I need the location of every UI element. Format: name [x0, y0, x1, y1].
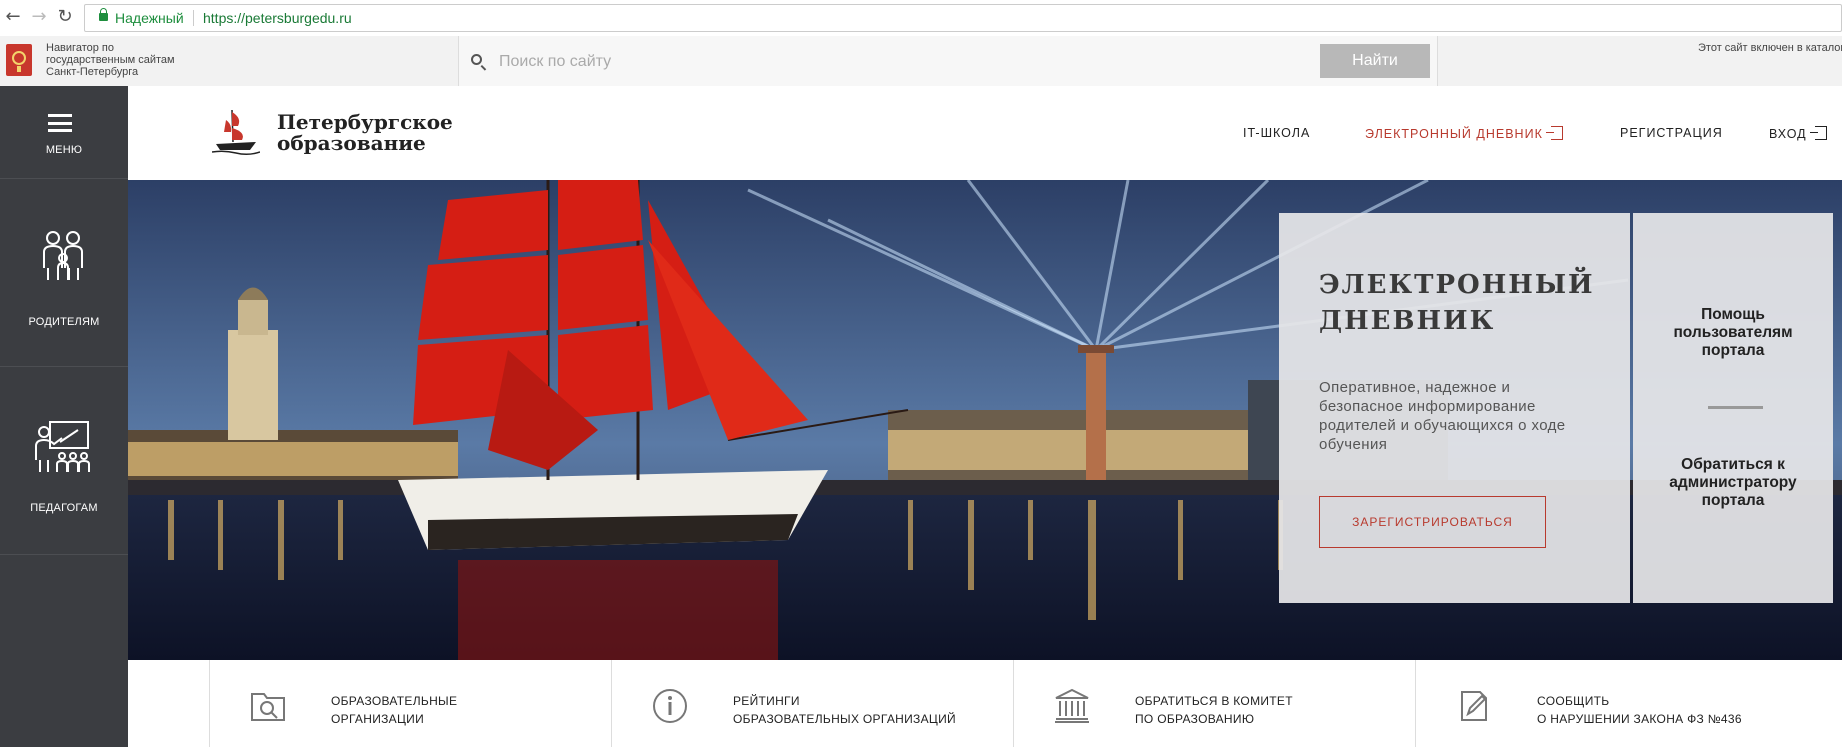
contact-admin-link[interactable]: Обратиться к администратору портала — [1643, 456, 1823, 510]
card-title-line-2: ДНЕВНИК — [1319, 306, 1496, 336]
quick-link-line-2: ОБРАЗОВАТЕЛЬНЫХ ОРГАНИЗАЦИЙ — [733, 712, 956, 726]
site-search: Найти — [458, 36, 1438, 86]
address-bar[interactable]: Надежный https://petersburgedu.ru — [84, 4, 1842, 32]
family-icon — [43, 231, 83, 280]
quick-link-label: РЕЙТИНГИ ОБРАЗОВАТЕЛЬНЫХ ОРГАНИЗАЦИЙ — [733, 692, 956, 728]
quick-link-line-2: ПО ОБРАЗОВАНИЮ — [1135, 712, 1255, 726]
url-text: https://petersburgedu.ru — [203, 10, 352, 26]
gov-navigator-link[interactable]: Навигатор по государственным сайтам Санк… — [46, 42, 196, 78]
brand-line-2: образование — [277, 131, 426, 155]
quick-link-label: СООБЩИТЬ О НАРУШЕНИИ ЗАКОНА ФЗ №436 — [1537, 692, 1742, 728]
quick-link-label: ОБРАТИТЬСЯ В КОМИТЕТ ПО ОБРАЗОВАНИЮ — [1135, 692, 1293, 728]
quick-link-label: ОБРАЗОВАТЕЛЬНЫЕ ОРГАНИЗАЦИИ — [331, 692, 457, 728]
lock-icon — [99, 8, 108, 21]
gov-navigator-strip: Навигатор по государственным сайтам Санк… — [0, 36, 1842, 87]
register-button[interactable]: ЗАРЕГИСТРИРОВАТЬСЯ — [1319, 496, 1546, 548]
quick-link-line-1: ОБРАЗОВАТЕЛЬНЫЕ — [331, 694, 458, 708]
quick-link-line-1: РЕЙТИНГИ — [733, 694, 800, 708]
nav-label: IT-ШКОЛА — [1243, 126, 1311, 140]
card-title: ЭЛЕКТРОННЫЙ ДНЕВНИК — [1319, 267, 1619, 339]
teacher-icon — [35, 421, 90, 472]
sidebar-item-label: РОДИТЕЛЯМ — [28, 316, 100, 328]
scarlet-sails-logo-icon[interactable] — [212, 106, 260, 158]
quick-link-line-2: ОРГАНИЗАЦИИ — [331, 712, 425, 726]
nav-label: ЭЛЕКТРОННЫЙ ДНЕВНИК — [1365, 127, 1543, 141]
card-title-line-1: ЭЛЕКТРОННЫЙ — [1319, 270, 1595, 300]
sidebar-item-label: ПЕДАГОГАМ — [30, 502, 98, 514]
sidebar-item-parents[interactable]: РОДИТЕЛЯМ — [0, 178, 128, 367]
info-icon — [653, 689, 687, 723]
browser-toolbar: ← → ↻ Надежный https://petersburgedu.ru — [0, 0, 1842, 37]
gov-catalog-note[interactable]: Этот сайт включен в каталог государствен… — [1698, 42, 1842, 54]
quick-link-organizations[interactable]: ОБРАЗОВАТЕЛЬНЫЕ ОРГАНИЗАЦИИ — [209, 660, 612, 747]
address-separator — [193, 10, 194, 26]
hero-banner: ЭЛЕКТРОННЫЙ ДНЕВНИК Оперативное, надежно… — [128, 180, 1842, 660]
electronic-diary-card: ЭЛЕКТРОННЫЙ ДНЕВНИК Оперативное, надежно… — [1279, 213, 1630, 603]
help-divider — [1708, 406, 1763, 409]
brand-line-1: Петербургское — [277, 110, 453, 134]
left-sidebar: МЕНЮ РОДИТЕЛЯМ ПЕДАГОГАМ — [0, 86, 128, 747]
folder-search-icon — [251, 693, 285, 721]
spb-coat-of-arms-icon[interactable] — [6, 44, 32, 76]
search-button[interactable]: Найти — [1320, 44, 1430, 78]
nav-login[interactable]: ВХОД — [1769, 126, 1827, 141]
quick-link-report-violation[interactable]: СООБЩИТЬ О НАРУШЕНИИ ЗАКОНА ФЗ №436 — [1415, 660, 1818, 747]
reload-icon[interactable]: ↻ — [56, 8, 74, 26]
brand-name[interactable]: Петербургское образование — [277, 112, 453, 154]
back-arrow-icon[interactable]: ← — [4, 8, 22, 26]
report-document-icon — [1461, 691, 1487, 721]
hamburger-icon — [48, 114, 72, 132]
nav-label: ВХОД — [1769, 127, 1807, 141]
quick-link-line-1: ОБРАТИТЬСЯ В КОМИТЕТ — [1135, 694, 1293, 708]
nav-electronic-diary[interactable]: ЭЛЕКТРОННЫЙ ДНЕВНИК — [1365, 126, 1563, 141]
quick-link-line-2: О НАРУШЕНИИ ЗАКОНА ФЗ №436 — [1537, 712, 1742, 726]
quick-links-bar: ОБРАЗОВАТЕЛЬНЫЕ ОРГАНИЗАЦИИ РЕЙТИНГИ ОБР… — [128, 660, 1842, 747]
search-icon — [471, 54, 482, 65]
help-users-link[interactable]: Помощь пользователям портала — [1643, 306, 1823, 360]
quick-link-ratings[interactable]: РЕЙТИНГИ ОБРАЗОВАТЕЛЬНЫХ ОРГАНИЗАЦИЙ — [611, 660, 1014, 747]
help-card: Помощь пользователям портала Обратиться … — [1633, 213, 1833, 603]
nav-registration[interactable]: РЕГИСТРАЦИЯ — [1620, 126, 1723, 140]
sidebar-item-teachers[interactable]: ПЕДАГОГАМ — [0, 366, 128, 555]
quick-link-line-1: СООБЩИТЬ — [1537, 694, 1610, 708]
nav-it-school[interactable]: IT-ШКОЛА — [1243, 126, 1310, 140]
nav-label: РЕГИСТРАЦИЯ — [1620, 126, 1723, 140]
secure-label: Надежный — [115, 10, 184, 26]
sidebar-item-label: МЕНЮ — [45, 144, 83, 156]
forward-arrow-icon[interactable]: → — [30, 8, 48, 26]
institution-icon — [1055, 688, 1089, 723]
sidebar-item-menu[interactable]: МЕНЮ — [0, 86, 128, 179]
card-description: Оперативное, надежное и безопасное инфор… — [1319, 379, 1566, 453]
quick-link-committee[interactable]: ОБРАТИТЬСЯ В КОМИТЕТ ПО ОБРАЗОВАНИЮ — [1013, 660, 1416, 747]
login-door-icon — [1809, 126, 1827, 140]
login-door-icon — [1545, 126, 1563, 140]
search-input[interactable] — [497, 48, 1321, 76]
site-header: Петербургское образование IT-ШКОЛА ЭЛЕКТ… — [128, 86, 1842, 180]
